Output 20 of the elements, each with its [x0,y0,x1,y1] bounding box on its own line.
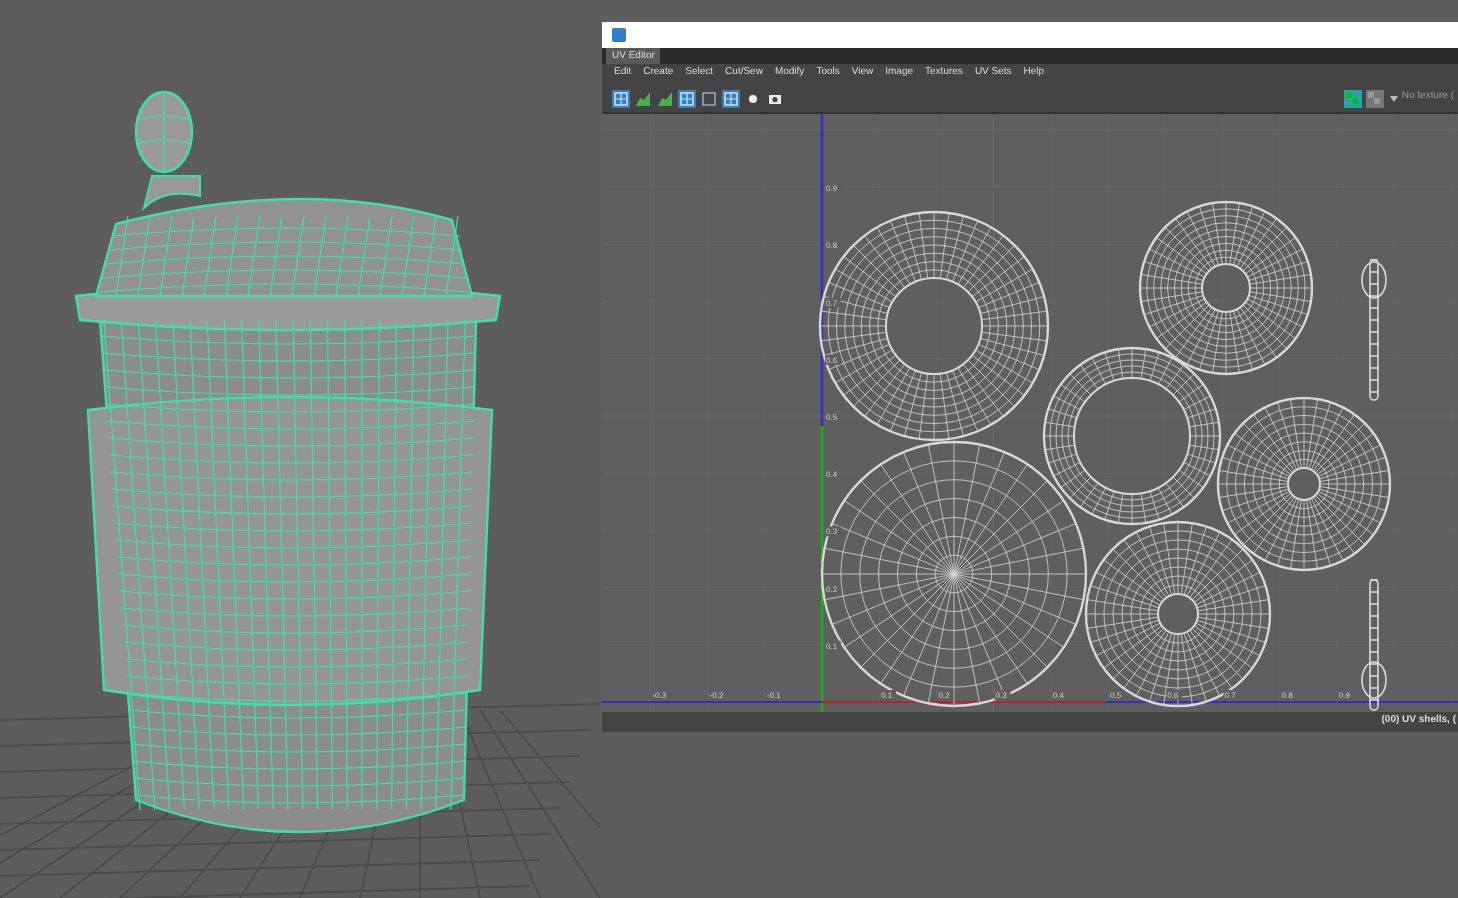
texture-toggle-button[interactable] [1365,89,1384,107]
grid-icon [614,91,628,105]
grid-icon [680,91,694,105]
shade-tool-button[interactable] [656,89,674,107]
checker-icon [1368,92,1381,104]
texture-toggle-button[interactable] [1343,89,1362,107]
shade-tool-button[interactable] [634,89,652,107]
grid-icon [724,91,738,105]
grid-tool-button[interactable] [612,89,630,107]
checker-icon [1346,92,1359,104]
frame-tool-button[interactable] [700,89,718,107]
camera-tool-button[interactable] [766,89,784,107]
app-icon [612,28,626,42]
dot-icon [746,91,760,105]
grid-tool-button[interactable] [678,89,696,107]
camera-icon [768,91,782,105]
dot-tool-button[interactable] [744,89,762,107]
grid-tool-button[interactable] [722,89,740,107]
caret-icon [1389,95,1398,101]
square-icon [702,91,716,105]
